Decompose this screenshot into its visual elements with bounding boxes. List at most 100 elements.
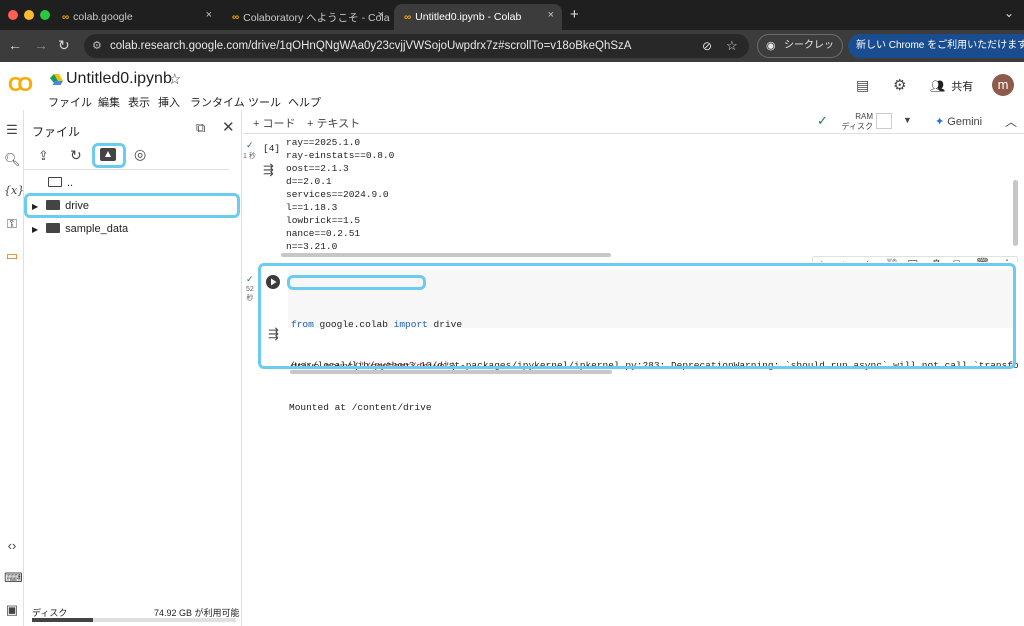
list-item-parent[interactable]: .. [48,176,73,189]
menu-runtime[interactable]: ランタイム [190,94,245,110]
tab-label: Colaboratory へようこそ - Cola [243,11,390,24]
file-browser-panel: ファイル ⧉ ✕ ⇪ ↻ ◎ .. ▶ drive ▶ sample_data ディ… [24,110,242,626]
tab-close-icon[interactable]: × [548,9,554,21]
cell-output: ray==2025.1.0 ray-einstats==0.8.0 oost==2.… [286,136,394,253]
share-button[interactable]: 👥︎ 共有 [930,78,973,94]
add-text-button[interactable]: + テキスト [307,115,360,131]
side-rail: ☰ 🔍︎ {x} ⚿ ▭ ‹› ⌨ ▣ [0,110,24,626]
resource-monitor[interactable]: RAM ディスク [841,112,873,132]
connected-check-icon: ✓ [817,113,828,128]
open-in-tab-icon[interactable]: ⧉ [196,120,205,136]
minimize-window-button[interactable] [24,10,34,20]
variables-icon[interactable]: {x} [4,184,24,197]
notebook-toolbar: + コード + テキスト ✓ RAM ディスク ▼ ✦ Gemini ︿ [243,110,1024,134]
file-name: sample_data [65,223,129,235]
tab-search-icon[interactable]: ⌄ [1004,6,1014,20]
eye-off-icon[interactable]: ⊘ [702,34,712,58]
output-line: oost==2.1.3 [286,163,349,174]
output-line: l==1.18.3 [286,202,338,213]
reload-icon[interactable]: ↻ [58,37,70,54]
add-code-button[interactable]: + コード [253,115,295,131]
share-label: 共有 [951,81,974,93]
upload-icon[interactable]: ⇪ [38,148,49,164]
list-item-sample-data[interactable]: ▶ sample_data [32,222,128,235]
collapse-up-icon[interactable]: ︿ [1005,113,1017,130]
output-line: ray==2025.1.0 [286,137,361,148]
sparkle-icon: ✦ [935,116,945,128]
tab-label: Untitled0.ipynb - Colab [415,11,522,23]
close-icon[interactable]: ✕ [222,118,235,136]
url-bar[interactable]: ⚙ colab.research.google.com/drive/1qOHnQ… [84,34,749,58]
execution-time: 1 秒 [243,153,256,160]
browser-toolbar: ← → ↻ ⚙ colab.research.google.com/drive/… [0,30,1024,73]
browser-tab-untitled0[interactable]: ∞ Untitled0.ipynb - Colab × [394,4,562,30]
code-cell-1[interactable]: ✓ 1 秒 [4] ⇶ ray==2025.1.0 ray-einstats==0… [243,134,1013,254]
bookmark-star-icon[interactable]: ☆ [726,34,738,58]
colab-header: CO Untitled0.ipynb ☆ ファイル 編集 表示 挿入 ランタイム… [0,62,1024,110]
account-avatar[interactable]: m [992,74,1014,96]
code-snippets-icon[interactable]: ‹› [4,538,20,553]
chevron-right-icon[interactable]: ▶ [32,225,38,234]
browser-tab-colab-google[interactable]: ∞ colab.google × [52,4,220,30]
terminal-icon[interactable]: ▣ [4,602,20,618]
output-line: nance==0.2.51 [286,228,361,239]
google-drive-icon[interactable] [50,72,63,85]
search-icon[interactable]: 🔍︎ [4,152,21,168]
tab-close-icon[interactable]: × [378,9,384,21]
runtime-dropdown-icon[interactable]: ▼ [903,115,912,125]
disk-usage-bar [32,618,236,622]
colab-icon: ∞ [232,11,239,23]
menu-insert[interactable]: 挿入 [158,94,180,110]
output-line: ray-einstats==0.8.0 [286,150,395,161]
menu-edit[interactable]: 編集 [98,94,120,110]
back-arrow-icon[interactable]: ← [8,37,22,53]
close-window-button[interactable] [8,10,18,20]
horizontal-scrollbar[interactable] [281,253,611,257]
drive-folder-highlight [24,193,240,218]
tab-label: colab.google [73,11,133,23]
file-name: .. [67,177,74,189]
forward-arrow-icon[interactable]: → [34,37,48,53]
browser-tab-welcome[interactable]: ∞ Colaboratory へようこそ - Cola × [222,4,392,30]
refresh-icon[interactable]: ↻ [70,147,82,164]
output-line: d==2.0.1 [286,176,332,187]
run-status-check-icon: ✓ [246,274,254,284]
time-unit: 秒 [246,295,254,302]
files-folder-icon[interactable]: ▭ [4,248,20,264]
zoom-window-button[interactable] [40,10,50,20]
colab-logo[interactable]: CO [8,74,33,97]
menu-help[interactable]: ヘルプ [288,94,321,110]
colab-icon: ∞ [404,11,411,23]
notebook-title[interactable]: Untitled0.ipynb [66,70,172,88]
menu-tools[interactable]: ツール [248,94,281,110]
files-panel-title: ファイル [32,125,81,139]
divider [24,169,229,170]
resource-sparkline [876,113,892,129]
gemini-label: Gemini [947,116,983,128]
menu-view[interactable]: 表示 [128,94,150,110]
hide-files-icon[interactable]: ◎ [134,146,146,163]
settings-gear-icon[interactable]: ⚙ [893,76,906,94]
chrome-update-button[interactable]: 新しい Chrome をご利用いただけます [848,34,1024,58]
menu-file[interactable]: ファイル [48,94,92,110]
tab-close-icon[interactable]: × [206,9,212,21]
star-icon[interactable]: ☆ [168,70,181,88]
disk-usage-fill [32,618,94,622]
output-line: lowbrick==1.5 [286,215,361,226]
table-of-contents-icon[interactable]: ☰ [4,122,20,138]
gemini-button[interactable]: ✦ Gemini [935,115,982,128]
disk-label: ディスク [841,122,873,131]
mount-drive-highlight [92,143,126,168]
comment-icon[interactable]: ▤ [856,77,869,94]
output-actions-icon[interactable]: ⇶ [263,162,274,178]
vertical-scrollbar[interactable] [1013,180,1018,246]
ram-label: RAM [855,112,873,121]
secrets-key-icon[interactable]: ⚿ [4,216,20,232]
colab-icon: ∞ [62,11,69,23]
browser-tab-bar: ∞ colab.google × ∞ Colaboratory へようこそ - … [0,0,1024,30]
incognito-badge[interactable]: ◉ シークレット [757,34,843,73]
command-palette-icon[interactable]: ⌨ [4,570,23,586]
site-info-icon[interactable]: ⚙ [92,34,102,58]
horizontal-scrollbar[interactable] [290,370,612,374]
new-tab-button[interactable]: + [570,6,579,23]
